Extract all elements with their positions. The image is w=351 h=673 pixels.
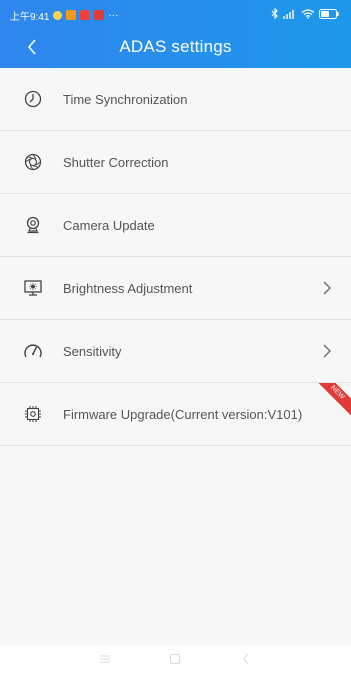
bluetooth-icon — [271, 7, 279, 22]
system-navigation-bar — [0, 645, 351, 673]
back-button[interactable] — [20, 36, 44, 58]
notification-app-icon — [53, 10, 63, 20]
status-bar: 上午9:41 ··· — [0, 0, 351, 30]
notification-app-icon — [80, 10, 91, 20]
signal-icon — [283, 9, 297, 22]
gauge-icon — [22, 340, 44, 362]
app-header: 上午9:41 ··· ADAS settings — [0, 0, 351, 68]
chevron-left-icon — [28, 39, 36, 55]
camera-update-item[interactable]: Camera Update — [0, 194, 351, 257]
hamburger-icon — [100, 655, 111, 663]
notification-app-icon — [66, 10, 77, 20]
brightness-adjustment-item[interactable]: Brightness Adjustment — [0, 257, 351, 320]
firmware-upgrade-label: Firmware Upgrade(Current version:V101) — [63, 406, 303, 422]
sensitivity-item[interactable]: Sensitivity — [0, 320, 351, 383]
shutter-correction-item[interactable]: Shutter Correction — [0, 131, 351, 194]
status-time: 上午9:41 — [10, 11, 50, 23]
square-icon — [170, 654, 181, 664]
brightness-adjustment-label: Brightness Adjustment — [63, 280, 193, 296]
webcam-icon — [22, 214, 44, 236]
new-badge: NEW — [311, 383, 351, 419]
sensitivity-label: Sensitivity — [63, 343, 122, 359]
settings-list: Time Synchronization Shutter Correction … — [0, 68, 351, 446]
status-right — [271, 7, 339, 22]
home-nav-button[interactable] — [168, 652, 182, 666]
back-nav-button[interactable] — [239, 652, 253, 666]
clock-icon — [22, 88, 44, 110]
battery-icon — [319, 8, 339, 22]
time-synchronization-item[interactable]: Time Synchronization — [0, 68, 351, 131]
back-triangle-icon — [243, 653, 249, 665]
status-left: 上午9:41 ··· — [10, 8, 118, 23]
status-more-dots: ··· — [108, 9, 119, 21]
page-title: ADAS settings — [119, 37, 232, 56]
firmware-upgrade-item[interactable]: Firmware Upgrade(Current version:V101) N… — [0, 383, 351, 446]
wifi-icon — [301, 8, 315, 22]
chevron-right-icon — [323, 344, 331, 358]
camera-update-label: Camera Update — [63, 217, 155, 233]
shutter-correction-label: Shutter Correction — [63, 154, 169, 170]
title-bar: ADAS settings — [0, 30, 351, 64]
notification-app-icon — [94, 10, 105, 20]
menu-nav-button[interactable] — [98, 652, 112, 666]
gear-chip-icon — [22, 403, 44, 425]
brightness-monitor-icon — [22, 277, 44, 299]
time-synchronization-label: Time Synchronization — [63, 91, 188, 107]
chevron-right-icon — [323, 281, 331, 295]
shutter-icon — [22, 151, 44, 173]
